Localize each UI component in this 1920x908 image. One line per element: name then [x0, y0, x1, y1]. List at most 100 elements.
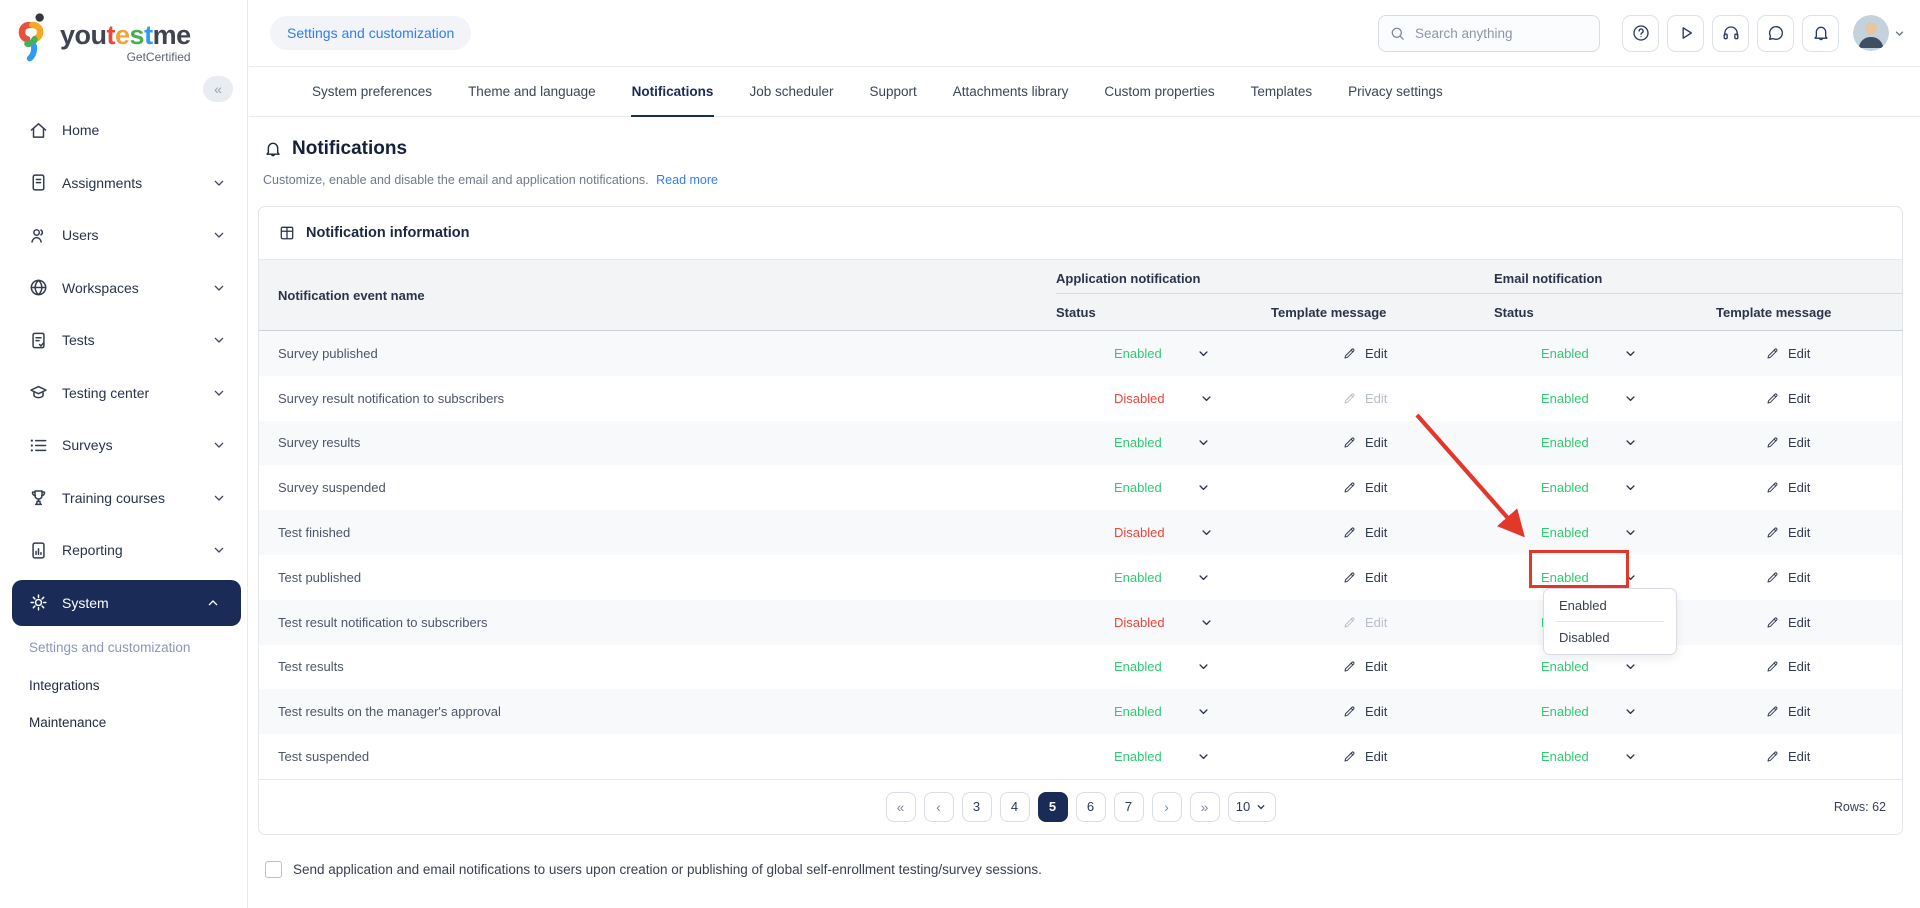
app-edit-button[interactable]: Edit — [1342, 346, 1387, 361]
menu-option-enabled[interactable]: Enabled — [1544, 590, 1676, 621]
email-edit-button[interactable]: Edit — [1765, 480, 1810, 495]
status-value[interactable]: Enabled — [1114, 749, 1162, 764]
status-dropdown-toggle[interactable] — [1606, 525, 1621, 540]
sidebar-collapse-button[interactable]: « — [203, 76, 233, 102]
email-edit-button[interactable]: Edit — [1765, 435, 1810, 450]
status-dropdown-toggle[interactable] — [1606, 659, 1621, 674]
email-edit-button[interactable]: Edit — [1765, 346, 1810, 361]
status-value[interactable]: Enabled — [1114, 704, 1162, 719]
status-value[interactable]: Enabled — [1541, 704, 1589, 719]
status-dropdown-toggle[interactable] — [1606, 435, 1621, 450]
read-more-link[interactable]: Read more — [656, 173, 718, 187]
breadcrumb[interactable]: Settings and customization — [270, 16, 471, 50]
tab-attachments-library[interactable]: Attachments library — [952, 67, 1070, 116]
status-value[interactable]: Enabled — [1541, 435, 1589, 450]
sidebar-item-testing-center[interactable]: Testing center — [0, 367, 247, 420]
status-dropdown-toggle[interactable] — [1179, 659, 1194, 674]
status-value[interactable]: Enabled — [1114, 346, 1162, 361]
status-dropdown-toggle[interactable] — [1182, 391, 1197, 406]
sidebar-item-assignments[interactable]: Assignments — [0, 157, 247, 210]
status-value[interactable]: Disabled — [1114, 615, 1165, 630]
tab-theme-and-language[interactable]: Theme and language — [467, 67, 597, 116]
avatar[interactable] — [1853, 15, 1889, 51]
email-edit-button[interactable]: Edit — [1765, 570, 1810, 585]
status-value[interactable]: Enabled — [1114, 659, 1162, 674]
email-edit-button[interactable]: Edit — [1765, 615, 1810, 630]
status-value[interactable]: Enabled — [1541, 659, 1589, 674]
bell-button[interactable] — [1802, 15, 1839, 52]
app-edit-button[interactable]: Edit — [1342, 749, 1387, 764]
sidebar-subitem-settings-and-customization[interactable]: Settings and customization — [0, 629, 247, 667]
status-dropdown-toggle[interactable] — [1179, 749, 1194, 764]
status-dropdown-toggle[interactable] — [1606, 749, 1621, 764]
status-dropdown-toggle[interactable] — [1606, 704, 1621, 719]
headset-button[interactable] — [1712, 15, 1749, 52]
app-edit-button[interactable]: Edit — [1342, 391, 1387, 406]
status-value[interactable]: Enabled — [1541, 525, 1589, 540]
tab-privacy-settings[interactable]: Privacy settings — [1347, 67, 1444, 116]
status-dropdown-toggle[interactable] — [1606, 570, 1621, 585]
page-nav-button[interactable]: ‹ — [924, 792, 954, 822]
tab-support[interactable]: Support — [869, 67, 918, 116]
app-edit-button[interactable]: Edit — [1342, 615, 1387, 630]
search-input[interactable] — [1415, 26, 1585, 41]
app-edit-button[interactable]: Edit — [1342, 570, 1387, 585]
page-button-6[interactable]: 6 — [1076, 792, 1106, 822]
status-value[interactable]: Enabled — [1541, 391, 1589, 406]
email-edit-button[interactable]: Edit — [1765, 704, 1810, 719]
page-nav-button[interactable]: « — [886, 792, 916, 822]
sidebar-item-workspaces[interactable]: Workspaces — [0, 262, 247, 315]
sidebar-item-home[interactable]: Home — [0, 104, 247, 157]
status-value[interactable]: Disabled — [1114, 525, 1165, 540]
status-dropdown-toggle[interactable] — [1179, 346, 1194, 361]
global-search[interactable] — [1378, 15, 1600, 52]
sidebar-item-tests[interactable]: Tests — [0, 314, 247, 367]
help-button[interactable] — [1622, 15, 1659, 52]
status-dropdown-toggle[interactable] — [1179, 435, 1194, 450]
sidebar-subitem-maintenance[interactable]: Maintenance — [0, 704, 247, 742]
play-button[interactable] — [1667, 15, 1704, 52]
status-dropdown-toggle[interactable] — [1182, 525, 1197, 540]
user-menu[interactable] — [1853, 15, 1906, 51]
status-dropdown-toggle[interactable] — [1606, 480, 1621, 495]
status-dropdown-toggle[interactable] — [1179, 480, 1194, 495]
email-edit-button[interactable]: Edit — [1765, 525, 1810, 540]
menu-option-disabled[interactable]: Disabled — [1544, 622, 1676, 653]
status-dropdown-toggle[interactable] — [1179, 704, 1194, 719]
app-edit-button[interactable]: Edit — [1342, 435, 1387, 450]
tab-notifications[interactable]: Notifications — [631, 67, 715, 116]
email-edit-button[interactable]: Edit — [1765, 659, 1810, 674]
sidebar-item-training-courses[interactable]: Training courses — [0, 472, 247, 525]
app-edit-button[interactable]: Edit — [1342, 480, 1387, 495]
tab-templates[interactable]: Templates — [1250, 67, 1314, 116]
tab-job-scheduler[interactable]: Job scheduler — [748, 67, 834, 116]
page-nav-button[interactable]: » — [1190, 792, 1220, 822]
sidebar-item-surveys[interactable]: Surveys — [0, 419, 247, 472]
page-button-5[interactable]: 5 — [1038, 792, 1068, 822]
status-value[interactable]: Enabled — [1541, 570, 1589, 585]
send-notifications-checkbox[interactable] — [265, 861, 282, 878]
status-value[interactable]: Enabled — [1114, 570, 1162, 585]
status-dropdown-toggle[interactable] — [1179, 570, 1194, 585]
status-dropdown-toggle[interactable] — [1606, 346, 1621, 361]
sidebar-subitem-integrations[interactable]: Integrations — [0, 667, 247, 705]
sidebar-item-system[interactable]: System — [12, 580, 241, 627]
email-edit-button[interactable]: Edit — [1765, 391, 1810, 406]
page-size-select[interactable]: 10 — [1228, 792, 1276, 822]
page-button-4[interactable]: 4 — [1000, 792, 1030, 822]
status-value[interactable]: Enabled — [1541, 749, 1589, 764]
page-button-7[interactable]: 7 — [1114, 792, 1144, 822]
email-edit-button[interactable]: Edit — [1765, 749, 1810, 764]
sidebar-item-users[interactable]: Users — [0, 209, 247, 262]
status-dropdown-toggle[interactable] — [1182, 615, 1197, 630]
status-value[interactable]: Enabled — [1114, 435, 1162, 450]
app-edit-button[interactable]: Edit — [1342, 659, 1387, 674]
page-nav-button[interactable]: › — [1152, 792, 1182, 822]
chat-button[interactable] — [1757, 15, 1794, 52]
app-edit-button[interactable]: Edit — [1342, 704, 1387, 719]
tab-custom-properties[interactable]: Custom properties — [1103, 67, 1215, 116]
status-value[interactable]: Disabled — [1114, 391, 1165, 406]
status-value[interactable]: Enabled — [1541, 480, 1589, 495]
app-edit-button[interactable]: Edit — [1342, 525, 1387, 540]
status-dropdown-toggle[interactable] — [1606, 391, 1621, 406]
